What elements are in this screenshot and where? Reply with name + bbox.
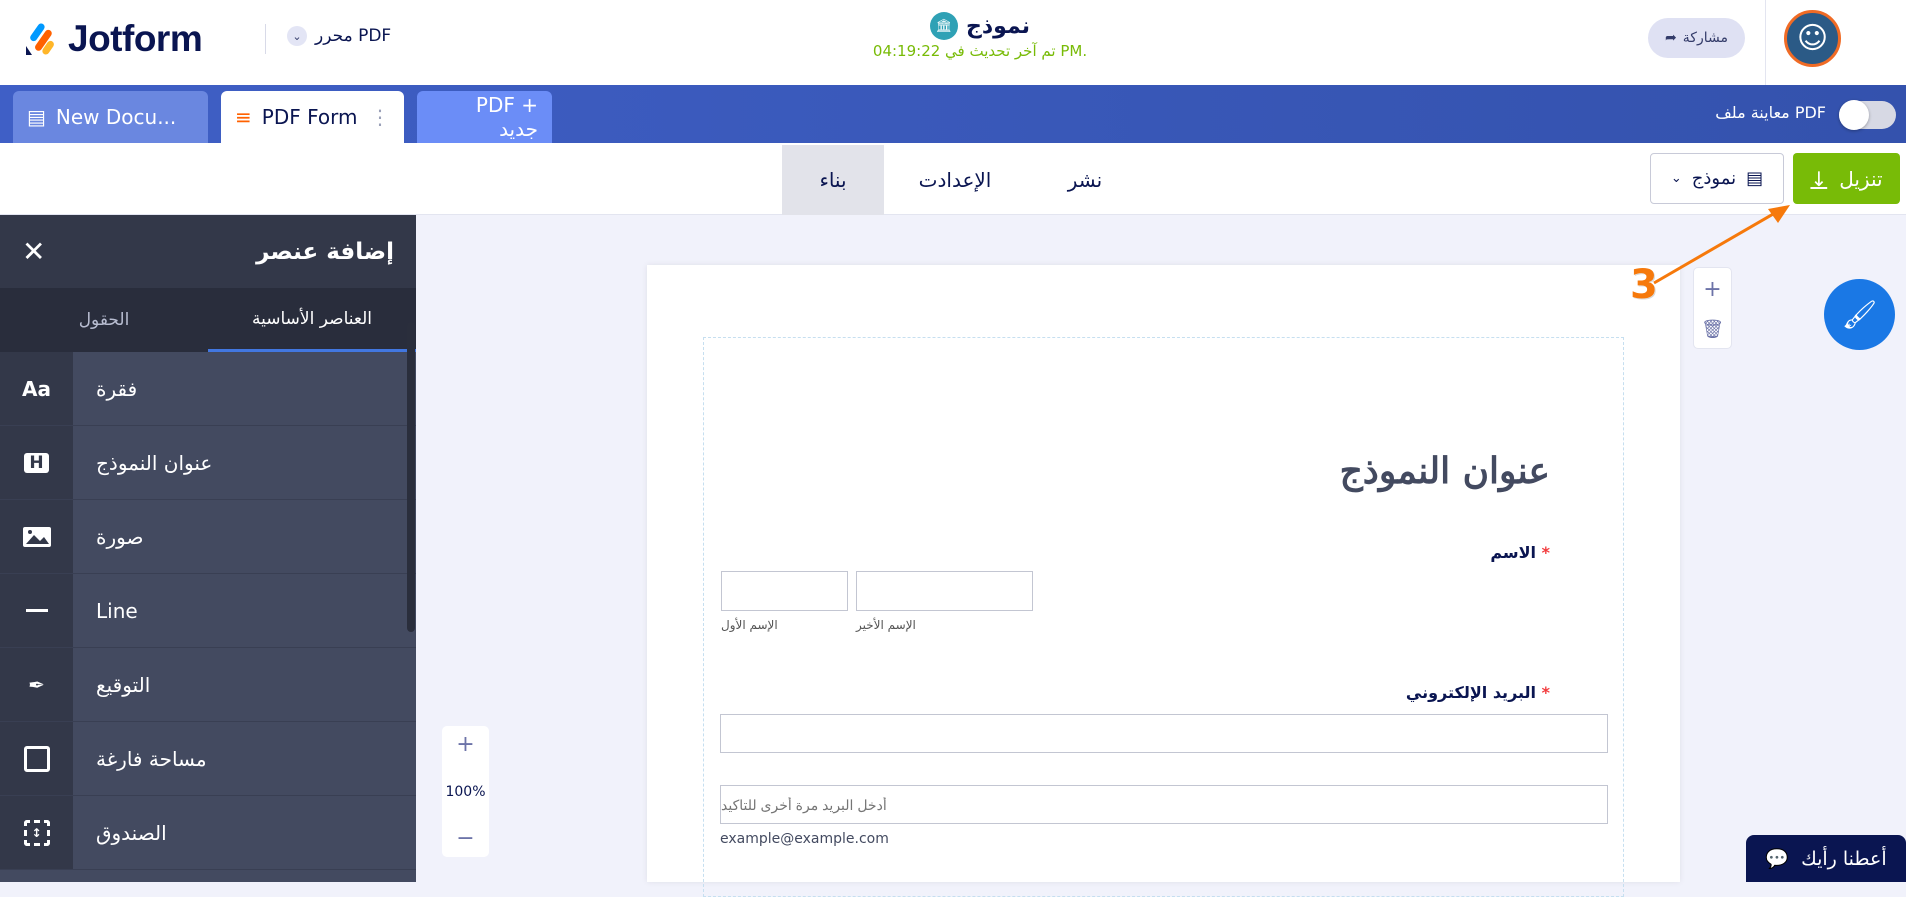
tab-label: New Docu... bbox=[55, 105, 177, 129]
form-icon[interactable]: 🏛 bbox=[930, 12, 959, 40]
name-question-label[interactable]: * الاسم bbox=[1490, 543, 1550, 562]
element-spacer[interactable]: مساحة فارغة bbox=[0, 722, 416, 796]
tab-build[interactable]: بناء bbox=[782, 145, 884, 215]
form-heading[interactable]: عنوان النموذج bbox=[1340, 450, 1550, 492]
label-text: البريد الإلكتروني bbox=[1405, 683, 1537, 702]
tab-fields[interactable]: الحقول bbox=[0, 288, 208, 352]
element-box[interactable]: ↕ الصندوق bbox=[0, 796, 416, 870]
panel-header: إضافة عنصر ✕ bbox=[0, 215, 416, 288]
tab-label: PDF Form bbox=[261, 105, 358, 129]
top-header: Jotform PDF محرر ⌄ نموذج 🏛 .PM تم آخر تح… bbox=[0, 0, 1906, 85]
panel-tabs: العناصر الأساسية الحقول bbox=[0, 288, 416, 352]
download-icon: ↓ bbox=[1810, 166, 1828, 191]
element-label: الصندوق bbox=[96, 820, 167, 845]
panel-title: إضافة عنصر bbox=[256, 238, 394, 265]
tab-settings[interactable]: الإعدادت bbox=[900, 145, 1010, 215]
confirm-email-input[interactable] bbox=[720, 785, 1608, 824]
new-pdf-tab-button[interactable]: + PDF جديد bbox=[417, 91, 552, 143]
preview-pdf-toggle[interactable] bbox=[1839, 100, 1896, 130]
tab-publish[interactable]: نشر bbox=[1040, 145, 1130, 215]
element-label: Line bbox=[96, 598, 138, 623]
document-icon: ▤ bbox=[27, 105, 46, 129]
element-label: عنوان النموذج bbox=[96, 450, 213, 475]
tab-label: + PDF جديد bbox=[475, 93, 538, 141]
label-text: الاسم bbox=[1490, 543, 1537, 562]
last-updated-text: .PM تم آخر تحديث في 04:19:22 bbox=[872, 42, 1088, 60]
form-content-area: عنوان النموذج * الاسم الإسم الأول الإسم … bbox=[703, 337, 1624, 897]
element-signature[interactable]: ✒ التوقيع bbox=[0, 648, 416, 722]
close-icon[interactable]: ✕ bbox=[22, 235, 45, 268]
zoom-level: 100% bbox=[445, 783, 486, 800]
email-hint: example@example.com bbox=[720, 831, 889, 847]
divider bbox=[265, 24, 266, 54]
element-line[interactable]: Line bbox=[0, 574, 416, 648]
feedback-button[interactable]: أعطنا رأيك 💬 bbox=[1746, 835, 1906, 882]
feedback-label: أعطنا رأيك bbox=[1801, 847, 1887, 870]
preview-pdf-label: PDF معاينة ملف bbox=[1715, 103, 1826, 122]
element-image[interactable]: صورة bbox=[0, 500, 416, 574]
signature-pen-icon: ✒ bbox=[0, 648, 73, 721]
form-title-block: نموذج 🏛 .PM تم آخر تحديث في 04:19:22 bbox=[700, 12, 1260, 60]
last-name-sublabel: الإسم الأخير bbox=[856, 618, 916, 632]
logo-text: Jotform bbox=[68, 18, 203, 59]
element-label: مساحة فارغة bbox=[96, 746, 207, 771]
chat-bubble-icon: 💬 bbox=[1765, 848, 1790, 870]
heading-icon: H bbox=[0, 426, 73, 499]
element-heading[interactable]: H عنوان النموذج bbox=[0, 426, 416, 500]
divider bbox=[1765, 0, 1766, 85]
download-label: تنزيل bbox=[1839, 166, 1883, 191]
form-doc-icon: ▤ bbox=[1746, 168, 1764, 189]
panel-scrollbar[interactable] bbox=[407, 322, 415, 632]
product-switcher[interactable]: PDF محرر ⌄ bbox=[287, 26, 391, 46]
more-options-icon[interactable]: ⋮ bbox=[370, 105, 390, 129]
tab-pdf-form[interactable]: ≡ PDF Form ⋮ bbox=[221, 91, 404, 143]
product-label: PDF محرر bbox=[315, 26, 392, 46]
form-title[interactable]: نموذج bbox=[966, 14, 1030, 39]
download-button[interactable]: تنزيل ↓ bbox=[1793, 153, 1900, 204]
pdf-form-icon: ≡ bbox=[235, 105, 252, 129]
element-toolbar: + 🗑 bbox=[1693, 267, 1732, 349]
chevron-down-icon: ⌄ bbox=[1670, 171, 1682, 186]
add-element-panel: إضافة عنصر ✕ العناصر الأساسية الحقول Aa ف… bbox=[0, 215, 416, 882]
step-number-annotation: 3 bbox=[1630, 262, 1658, 308]
document-tab-bar: ▤ New Docu... ≡ PDF Form ⋮ + PDF جديد PD… bbox=[0, 85, 1906, 143]
text-icon: Aa bbox=[0, 352, 73, 425]
element-label: صورة bbox=[96, 524, 144, 549]
line-icon bbox=[0, 574, 73, 647]
required-mark: * bbox=[1541, 683, 1550, 702]
box-expand-icon: ↕ bbox=[0, 796, 73, 869]
share-arrow-icon: ➦ bbox=[1665, 30, 1677, 46]
email-question-label[interactable]: * البريد الإلكتروني bbox=[1406, 683, 1550, 702]
image-icon bbox=[0, 500, 73, 573]
paint-roller-icon: 🖌 bbox=[1841, 298, 1878, 331]
zoom-out-button[interactable]: − bbox=[456, 826, 474, 851]
form-view-label: نموذج bbox=[1691, 168, 1737, 189]
pdf-page: عنوان النموذج * الاسم الإسم الأول الإسم … bbox=[647, 265, 1680, 897]
email-input[interactable] bbox=[720, 714, 1608, 753]
last-name-input[interactable] bbox=[856, 571, 1033, 611]
zoom-in-button[interactable]: + bbox=[456, 732, 474, 757]
zoom-control: + 100% − bbox=[442, 726, 489, 857]
user-avatar[interactable]: ☺ bbox=[1784, 10, 1841, 67]
first-name-sublabel: الإسم الأول bbox=[721, 618, 778, 632]
first-name-input[interactable] bbox=[721, 571, 848, 611]
toggle-knob bbox=[1839, 100, 1869, 130]
element-label: التوقيع bbox=[96, 672, 151, 697]
square-icon bbox=[0, 722, 73, 795]
tab-new-document[interactable]: ▤ New Docu... bbox=[13, 91, 208, 143]
form-designer-button[interactable]: 🖌 bbox=[1824, 279, 1895, 350]
share-button[interactable]: مشاركة ➦ bbox=[1648, 18, 1745, 58]
builder-nav: بناء الإعدادت نشر ▤ نموذج ⌄ تنزيل ↓ bbox=[0, 143, 1906, 215]
element-label: فقرة bbox=[96, 376, 138, 401]
add-icon[interactable]: + bbox=[1703, 277, 1721, 302]
required-mark: * bbox=[1541, 543, 1550, 562]
jotform-logo-icon bbox=[26, 23, 54, 55]
share-label: مشاركة bbox=[1682, 30, 1728, 46]
trash-icon[interactable]: 🗑 bbox=[1701, 319, 1724, 340]
chevron-down-icon: ⌄ bbox=[287, 26, 307, 46]
element-paragraph[interactable]: Aa فقرة bbox=[0, 352, 416, 426]
jotform-logo[interactable]: Jotform bbox=[24, 18, 203, 60]
tab-basic-elements[interactable]: العناصر الأساسية bbox=[208, 288, 416, 352]
